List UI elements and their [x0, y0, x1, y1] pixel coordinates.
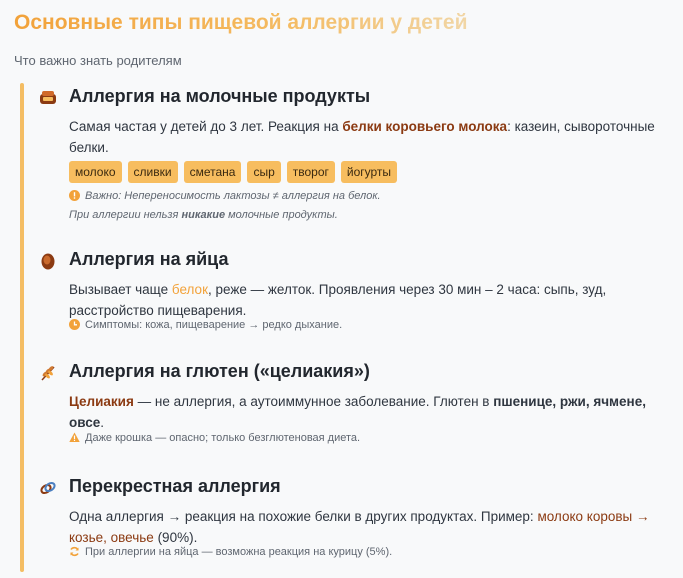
section-note: При аллергии на яйца — возможна реакция …: [69, 544, 392, 563]
egg-icon: [38, 251, 58, 271]
section-note: Симптомы: кожа, пищеварение → редко дыха…: [69, 317, 342, 336]
section-title: Аллергия на молочные продукты: [69, 86, 371, 106]
tag-sour-cream: сметана: [183, 161, 242, 183]
milk-bottle-icon: [38, 88, 58, 108]
tag-cheese: сыр: [247, 161, 281, 183]
page-subtitle: Что важно знать родителям: [14, 53, 182, 68]
section-note: Важно: Непереносимость лактозы ≠ аллерги…: [69, 190, 381, 221]
section-text: Целиакия — не аллергия, а аутоиммунное з…: [69, 394, 646, 430]
section-text: Самая частая у детей до 3 лет. Реакция н…: [69, 119, 655, 155]
page-title: Основные типы пищевой аллергии у детей: [14, 11, 468, 34]
accent-rail: [20, 83, 24, 572]
link-icon: [38, 478, 58, 498]
section-eggs: Аллергия на яйца Вызывает чаще белок, ре…: [38, 249, 668, 339]
section-text: Одна аллергия → реакция на похожие белки…: [69, 509, 650, 545]
info-icon: [69, 190, 81, 207]
section-dairy: Аллергия на молочные продукты Самая част…: [38, 86, 668, 221]
tag-cream: сливки: [127, 161, 178, 183]
section-gluten: Аллергия на глютен («целиакия») Целиакия…: [38, 361, 668, 451]
tag-milk: молоко: [69, 161, 122, 183]
tag-yogurt: йогурты: [340, 161, 398, 183]
section-note: Даже крошка — опасно; только безглютенов…: [69, 430, 360, 449]
warning-icon: [69, 432, 81, 449]
clock-icon: [69, 319, 81, 336]
section-title: Аллергия на глютен («целиакия»): [69, 361, 370, 381]
section-cross: Перекрестная аллергия Одна аллергия → ре…: [38, 476, 668, 566]
product-tags: молоко сливки сметана сыр творог йогурты: [69, 161, 398, 183]
section-text: Вызывает чаще белок, реже — желток. Проя…: [69, 282, 607, 318]
section-title: Аллергия на яйца: [69, 249, 229, 269]
section-title: Перекрестная аллергия: [69, 476, 281, 496]
refresh-icon: [69, 546, 81, 563]
wheat-icon: [38, 363, 58, 383]
tag-cottage-cheese: творог: [286, 161, 335, 183]
